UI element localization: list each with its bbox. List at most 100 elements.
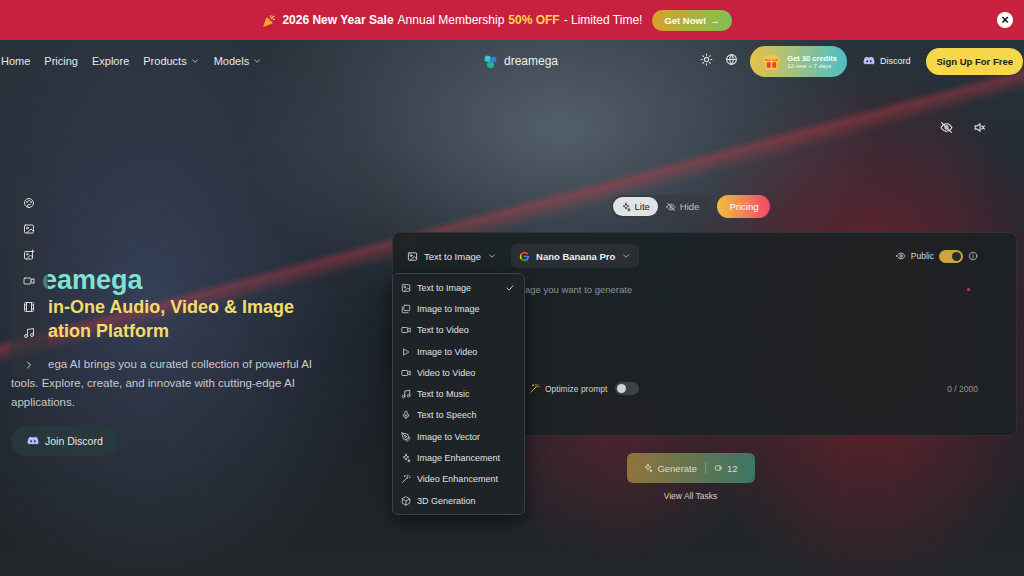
nav-link[interactable]: Home: [1, 55, 30, 67]
nav-actions: Get 30 credits12 new + 7 days Discord Sign…: [558, 46, 1024, 77]
pen-icon: [401, 432, 411, 442]
join-discord-label: Join Discord: [45, 435, 103, 447]
image-icon: [407, 251, 418, 262]
generator-toolbar: Text to Image Nano Banana Pro Public: [405, 244, 1004, 268]
type-menu-item[interactable]: Text to Music: [393, 383, 524, 404]
type-menu-label: Text to Music: [417, 389, 515, 399]
join-discord-button[interactable]: Join Discord: [11, 426, 119, 456]
mode-option[interactable]: Hide: [658, 197, 708, 216]
mode-option[interactable]: Lite: [613, 197, 658, 216]
hide-video-button[interactable]: [940, 120, 953, 138]
video-icon: [401, 368, 411, 378]
generator-panel: Text to Image Nano Banana Pro Public age yo…: [392, 232, 1017, 436]
pricing-button[interactable]: Pricing: [717, 195, 770, 218]
credits-text: Get 30 credits12 new + 7 days: [787, 54, 837, 69]
type-menu-label: Text to Image: [417, 283, 499, 293]
music-icon: [23, 327, 35, 339]
public-label: Public: [911, 251, 934, 261]
chevron-down-icon: [621, 251, 631, 261]
logo-text: dreamega: [504, 54, 558, 68]
language-button[interactable]: [725, 52, 738, 70]
type-menu-label: Text to Speech: [417, 410, 515, 420]
mode-label: Hide: [680, 201, 700, 212]
sidebar-item[interactable]: [10, 216, 48, 242]
nav-link-label: Products: [143, 55, 186, 67]
type-menu-label: 3D Generation: [417, 496, 515, 506]
type-menu-item[interactable]: 3D Generation: [393, 490, 524, 511]
sidebar-item[interactable]: [10, 320, 48, 346]
nav-link[interactable]: Pricing: [44, 55, 78, 67]
generate-button[interactable]: Generate12: [627, 453, 755, 483]
view-all-tasks-link[interactable]: View All Tasks: [664, 491, 718, 501]
hero-description-line: applications.: [0, 393, 392, 412]
sidebar-item[interactable]: [10, 268, 48, 294]
type-menu-item[interactable]: Image to Image: [393, 298, 524, 319]
sun-icon: [700, 53, 713, 66]
coins-icon: [714, 463, 724, 473]
type-menu-label: Video Enhancement: [417, 474, 515, 484]
chevron-down-icon: [190, 56, 200, 66]
discord-label: Discord: [880, 56, 911, 66]
signup-button[interactable]: Sign Up For Free: [926, 48, 1023, 75]
chevron-down-icon: [487, 251, 497, 261]
hero-subtitle: ation Platform: [0, 319, 392, 343]
nav-link-label: Pricing: [44, 55, 78, 67]
music-icon: [401, 389, 411, 399]
type-menu: Text to Image Image to Image Text to Video…: [392, 273, 525, 515]
globe-icon: [725, 53, 738, 66]
char-count: 0 / 2000: [947, 384, 978, 394]
hero-description-line: ega AI brings you a curated collection o…: [0, 355, 392, 374]
theme-toggle[interactable]: [700, 52, 713, 70]
model-select[interactable]: Nano Banana Pro: [511, 244, 639, 268]
sidebar-item[interactable]: [10, 190, 48, 216]
nav-link-label: Explore: [92, 55, 129, 67]
banner-suffix: - Limited Time!: [564, 13, 643, 27]
dreamega-logo-icon: [482, 53, 499, 70]
banner-text: Annual Membership: [398, 13, 505, 27]
optimize-toggle[interactable]: [615, 382, 639, 395]
get-now-button[interactable]: Get Now!→: [652, 10, 731, 31]
divider: [705, 462, 706, 474]
discord-icon: [27, 435, 39, 447]
credits-button[interactable]: Get 30 credits12 new + 7 days: [750, 46, 847, 77]
type-menu-item[interactable]: Text to Video: [393, 320, 524, 341]
sidebar-item[interactable]: [10, 242, 48, 268]
chevron-down-icon: [252, 56, 262, 66]
nav-link[interactable]: Products: [143, 55, 199, 67]
type-select-label: Text to Image: [424, 251, 481, 262]
top-nav: Home Pricing Explore Products Models dreamega…: [0, 40, 1024, 82]
discord-link[interactable]: Discord: [863, 55, 911, 67]
logo[interactable]: dreamega: [466, 53, 558, 70]
sidebar-expand[interactable]: [10, 352, 48, 378]
type-menu-item[interactable]: Video to Video: [393, 362, 524, 383]
hero-subtitle: in-One Audio, Video & Image: [0, 295, 392, 319]
type-menu-label: Text to Video: [417, 325, 515, 335]
nav-link[interactable]: Explore: [92, 55, 129, 67]
optimize-label: Optimize prompt: [545, 384, 607, 394]
optimize-group: Optimize prompt: [529, 382, 639, 395]
sidebar-item[interactable]: [10, 294, 48, 320]
eye-off-icon: [666, 202, 676, 212]
app: 2026 New Year SaleAnnual Membership50% O…: [0, 0, 1024, 576]
type-menu-item[interactable]: Text to Speech: [393, 405, 524, 426]
nav-link-label: Home: [1, 55, 30, 67]
credits-subtitle: 12 new + 7 days: [787, 63, 837, 69]
nav-link[interactable]: Models: [214, 55, 262, 67]
tool-sidebar: [10, 190, 48, 378]
close-button[interactable]: ×: [997, 12, 1013, 28]
chevron-right-icon: [23, 359, 35, 371]
gift-icon: [762, 52, 781, 71]
prompt-input[interactable]: age you want to generate: [525, 284, 967, 295]
type-menu-item[interactable]: Video Enhancement: [393, 469, 524, 490]
image-edit-icon: [23, 249, 35, 261]
arrow-glyph: →: [710, 15, 720, 26]
type-menu-item[interactable]: Image to Vector: [393, 426, 524, 447]
cube-icon: [401, 496, 411, 506]
type-select[interactable]: Text to Image: [405, 251, 499, 262]
type-menu-item[interactable]: Text to Image: [393, 277, 524, 298]
public-toggle-group: Public: [896, 250, 1004, 263]
type-menu-item[interactable]: Image to Video: [393, 341, 524, 362]
public-toggle[interactable]: [939, 250, 963, 263]
mute-button[interactable]: [973, 120, 986, 138]
type-menu-item[interactable]: Image Enhancement: [393, 447, 524, 468]
